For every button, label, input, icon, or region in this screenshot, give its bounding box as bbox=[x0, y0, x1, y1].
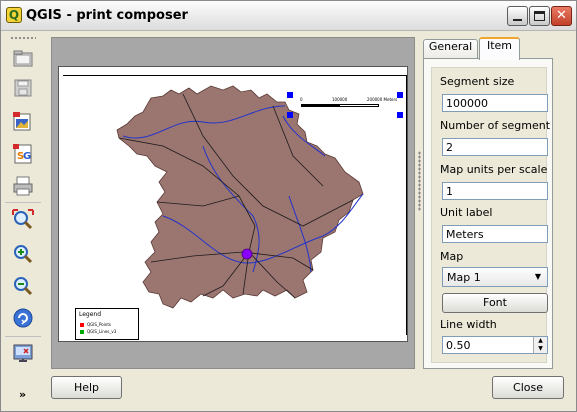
help-button[interactable]: Help bbox=[51, 376, 122, 399]
map-label: Map bbox=[440, 250, 464, 263]
toolbar-separator bbox=[5, 202, 41, 203]
title-bar: Q QGIS - print composer ✕ bbox=[1, 1, 576, 31]
export-image-icon[interactable] bbox=[11, 110, 35, 134]
scalebar-label: 0 bbox=[300, 97, 303, 102]
refresh-icon[interactable] bbox=[11, 306, 35, 330]
composer-canvas[interactable]: Legend QGIS_Points QGIS_Lines_v3 0 10000… bbox=[51, 37, 415, 369]
qgis-app-icon: Q bbox=[6, 7, 22, 23]
scalebar-label: 200000 Meters bbox=[367, 97, 398, 102]
num-segments-label: Number of segments bbox=[440, 119, 550, 132]
num-segments-input[interactable] bbox=[442, 138, 548, 156]
item-panel: Segment size Number of segments Map unit… bbox=[423, 58, 553, 369]
close-composer-icon[interactable] bbox=[11, 340, 35, 364]
window-title: QGIS - print composer bbox=[26, 8, 188, 23]
composer-toolbar: SG » bbox=[5, 34, 41, 408]
save-template-icon[interactable] bbox=[11, 76, 35, 100]
unit-label-label: Unit label bbox=[440, 206, 493, 219]
map-select-value: Map 1 bbox=[447, 271, 481, 284]
tab-item[interactable]: Item bbox=[479, 37, 520, 60]
selection-handle[interactable] bbox=[287, 112, 293, 118]
segment-size-input[interactable] bbox=[442, 94, 548, 112]
export-svg-icon[interactable]: SG bbox=[11, 142, 35, 166]
font-button[interactable]: Font bbox=[442, 293, 548, 313]
close-icon: ✕ bbox=[556, 8, 567, 23]
toolbar-separator bbox=[5, 336, 41, 337]
tab-general[interactable]: General bbox=[423, 39, 478, 59]
map-select[interactable]: Map 1 ▼ bbox=[442, 267, 548, 287]
panel-splitter[interactable] bbox=[418, 151, 421, 211]
map-item[interactable]: Legend QGIS_Points QGIS_Lines_v3 0 10000… bbox=[63, 75, 407, 340]
svg-text:G: G bbox=[23, 151, 31, 162]
selection-handle[interactable] bbox=[397, 92, 403, 98]
chevron-down-icon[interactable]: ▼ bbox=[531, 270, 545, 284]
minimize-button[interactable] bbox=[507, 6, 528, 26]
city-point bbox=[241, 248, 253, 260]
close-window-button[interactable]: ✕ bbox=[551, 6, 572, 26]
legend-title: Legend bbox=[79, 311, 102, 318]
scalebar-line bbox=[301, 104, 379, 107]
line-width-label: Line width bbox=[440, 318, 497, 331]
legend-swatch bbox=[80, 330, 84, 334]
legend-swatch bbox=[80, 323, 84, 327]
scalebar-label: 100000 bbox=[332, 97, 348, 102]
legend-item: QGIS_Lines_v3 bbox=[80, 329, 116, 334]
composer-page: Legend QGIS_Points QGIS_Lines_v3 0 10000… bbox=[58, 66, 408, 342]
zoom-out-icon[interactable] bbox=[11, 274, 35, 298]
composer-window: Q QGIS - print composer ✕ SG » Legend QG… bbox=[0, 0, 577, 412]
unit-label-input[interactable] bbox=[442, 225, 548, 243]
legend-item: QGIS_Points bbox=[80, 322, 111, 327]
close-button[interactable]: Close bbox=[492, 376, 564, 399]
map-region-polygon bbox=[116, 85, 364, 309]
zoom-full-icon[interactable] bbox=[11, 208, 35, 232]
selection-handle[interactable] bbox=[287, 92, 293, 98]
line-width-value: 0.50 bbox=[446, 339, 471, 352]
segment-size-label: Segment size bbox=[440, 75, 515, 88]
map-render bbox=[116, 85, 364, 309]
maximize-button[interactable] bbox=[529, 6, 550, 26]
map-legend[interactable]: Legend QGIS_Points QGIS_Lines_v3 bbox=[75, 308, 139, 340]
maximize-icon bbox=[534, 11, 545, 21]
print-icon[interactable] bbox=[11, 174, 35, 198]
map-units-label: Map units per scalebar u bbox=[440, 163, 548, 176]
minimize-icon bbox=[513, 19, 522, 21]
selection-handle[interactable] bbox=[397, 112, 403, 118]
open-template-icon[interactable] bbox=[11, 46, 35, 70]
scalebar-item[interactable]: 0 100000 200000 Meters bbox=[295, 96, 407, 110]
toolbar-overflow-chevron-icon[interactable]: » bbox=[19, 388, 26, 401]
spin-down-icon[interactable]: ▼ bbox=[533, 345, 547, 353]
spin-up-icon[interactable]: ▲ bbox=[533, 337, 547, 345]
map-units-input[interactable] bbox=[442, 182, 548, 200]
scalebar-properties: Segment size Number of segments Map unit… bbox=[431, 67, 550, 363]
line-width-spinbox[interactable]: 0.50 ▲ ▼ bbox=[442, 336, 548, 354]
zoom-in-icon[interactable] bbox=[11, 242, 35, 266]
toolbar-grip[interactable] bbox=[10, 36, 36, 40]
